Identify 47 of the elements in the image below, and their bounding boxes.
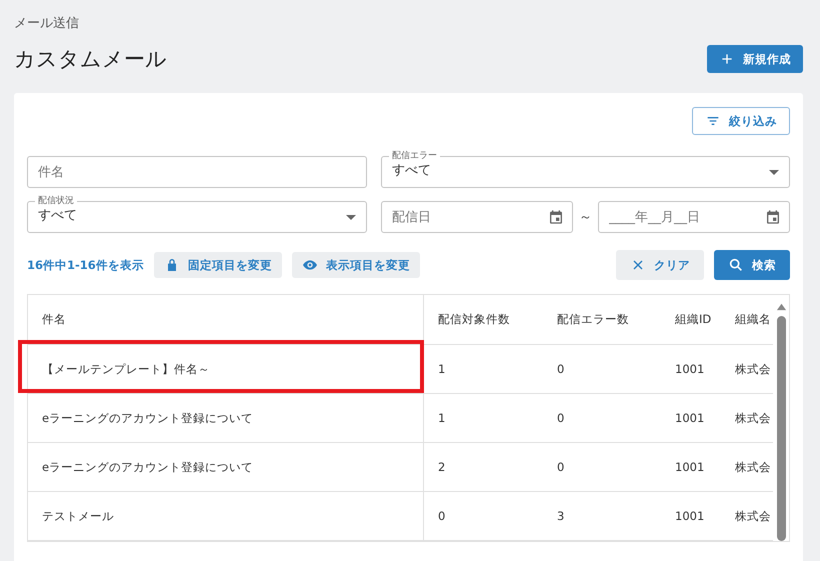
page-title: カスタムメール xyxy=(14,46,167,73)
table-cell-text: 1 xyxy=(437,361,446,378)
calendar-icon xyxy=(765,209,781,225)
table-cell-text: 株式会 xyxy=(734,410,772,426)
table-cell-text: 2 xyxy=(437,459,446,476)
table-cell-text: 株式会 xyxy=(734,508,772,524)
column-header: 件名 xyxy=(28,295,424,344)
table-cell-text: 3 xyxy=(556,508,566,525)
date-field[interactable]: ____年__月__日 xyxy=(598,201,790,233)
result-count: 16件中1-16件を表示 xyxy=(27,258,144,272)
table-cell-text: 0 xyxy=(556,410,566,427)
table-cell-text: 0 xyxy=(437,508,446,525)
table-cell-text: 株式会 xyxy=(734,458,772,476)
search-icon xyxy=(728,257,744,273)
table-cell-text: 1 xyxy=(437,410,446,427)
table-cell-text: 0 xyxy=(556,361,566,378)
subject-field[interactable]: 件名 xyxy=(27,156,367,188)
column-header: 配信対象件数 xyxy=(437,311,511,328)
clear-button[interactable]: クリア xyxy=(616,250,704,280)
table-cell: eラーニングのアカウント登録について xyxy=(28,443,424,491)
date-field[interactable]: 配信日 xyxy=(381,201,573,233)
table-cell: eラーニングのアカウント登録について xyxy=(28,394,424,442)
table-cell-text: 1001 xyxy=(674,361,706,378)
table-cell-text: 1001 xyxy=(674,508,706,525)
table-cell: テストメール xyxy=(28,492,424,540)
table-cell: 【メールテンプレート】件名～ xyxy=(28,345,424,393)
filter-button[interactable]: 絞り込み xyxy=(692,107,790,135)
calendar-icon xyxy=(548,209,564,225)
table-cell-text: 1001 xyxy=(674,410,706,427)
table-cell-text: 1001 xyxy=(674,459,706,476)
fixed-columns-button[interactable]: 固定項目を変更 xyxy=(154,252,282,278)
breadcrumb: メール送信 xyxy=(14,15,80,32)
field-label: 配信エラー xyxy=(389,150,440,162)
visible-columns-button[interactable]: 表示項目を変更 xyxy=(292,252,420,278)
range-separator: ～ xyxy=(579,209,592,226)
scrollbar-thumb[interactable] xyxy=(776,316,786,541)
field-label: 配信状況 xyxy=(35,195,77,207)
column-header: 組織ID xyxy=(674,311,712,328)
scroll-up-icon xyxy=(774,301,788,312)
caret-icon xyxy=(346,214,356,220)
new-button[interactable]: 新規作成 xyxy=(707,45,803,73)
column-header: 組織名 xyxy=(734,311,772,328)
column-header: 配信エラー数 xyxy=(556,311,630,328)
table-cell-text: 0 xyxy=(556,459,566,476)
caret-icon xyxy=(769,170,779,174)
search-button[interactable]: 検索 xyxy=(714,250,790,280)
table-cell-text: 株式会 xyxy=(734,360,772,378)
